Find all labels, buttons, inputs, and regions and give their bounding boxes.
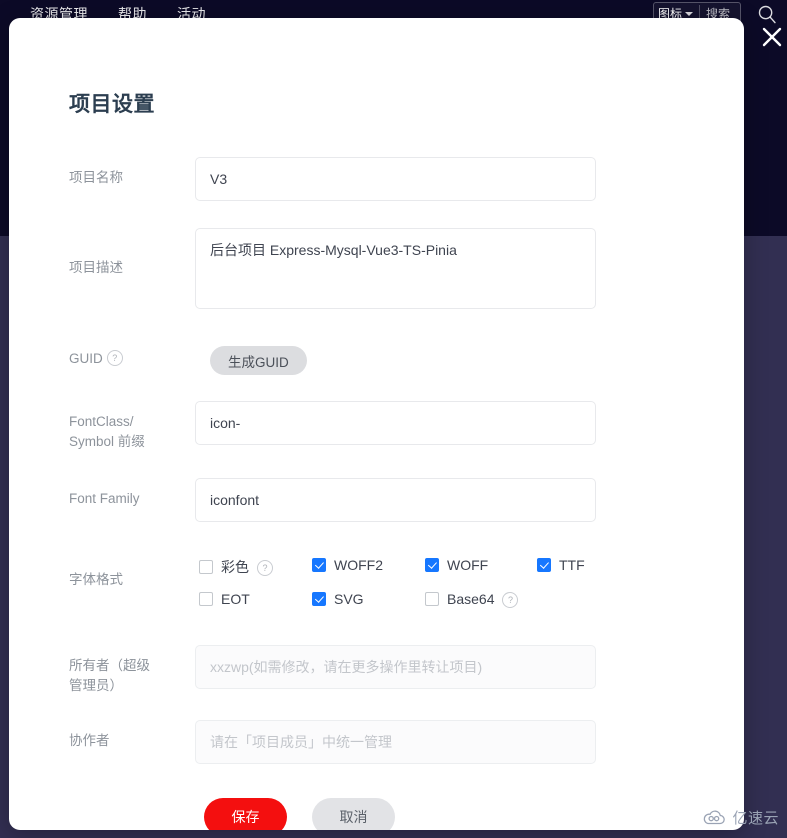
generate-guid-button[interactable]: 生成GUID	[210, 346, 307, 375]
checkbox-label-svg: SVG	[334, 591, 364, 607]
help-icon-color[interactable]: ?	[257, 560, 273, 576]
help-icon-base64[interactable]: ?	[502, 592, 519, 608]
label-guid: GUID ?	[69, 338, 195, 368]
checkbox-eot[interactable]: EOT	[199, 591, 250, 607]
checkbox-box-svg[interactable]	[312, 592, 326, 606]
checkbox-box-woff[interactable]	[425, 558, 439, 572]
checkbox-box-color[interactable]	[199, 560, 213, 574]
checkbox-label-ttf: TTF	[559, 557, 585, 573]
form-row-project-description: 项目描述 后台项目 Express-Mysql-Vue3-TS-Pinia	[69, 228, 596, 309]
form-row-owner: 所有者（超级 管理员） xxzwp(如需修改，请在更多操作里转让项目)	[69, 645, 596, 696]
chevron-down-icon	[684, 11, 693, 16]
checkbox-label-color: 彩色	[221, 559, 249, 575]
app-left-strip	[0, 236, 9, 838]
fontclass-prefix-input[interactable]: icon-	[195, 401, 596, 445]
checkbox-label-eot: EOT	[221, 591, 250, 607]
label-fontclass-prefix-line1: FontClass/	[69, 414, 134, 429]
form-row-font-format: 字体格式 彩色 ? WOFF2 WOFF TTF EOT SVG Base64 …	[69, 548, 615, 610]
dialog-title: 项目设置	[69, 93, 155, 117]
checkbox-woff[interactable]: WOFF	[425, 557, 488, 573]
label-fontclass-prefix: FontClass/ Symbol 前缀	[69, 401, 195, 452]
form-row-collaborator: 协作者 请在「项目成员」中统一管理	[69, 720, 596, 764]
checkbox-label-woff: WOFF	[447, 557, 489, 573]
project-settings-dialog: 项目设置 项目名称 V3 项目描述 后台项目 Express-Mysql-Vue…	[9, 18, 744, 830]
close-dialog-button[interactable]	[757, 22, 787, 52]
help-icon-guid[interactable]: ?	[106, 350, 123, 366]
checkbox-svg[interactable]: SVG	[312, 591, 364, 607]
label-owner: 所有者（超级 管理员）	[69, 645, 195, 696]
checkbox-box-woff2[interactable]	[312, 558, 326, 572]
watermark: 亿速云	[701, 807, 779, 828]
form-row-fontclass-prefix: FontClass/ Symbol 前缀 icon-	[69, 401, 596, 452]
project-description-textarea[interactable]: 后台项目 Express-Mysql-Vue3-TS-Pinia	[195, 228, 596, 309]
checkbox-box-base64[interactable]	[425, 592, 439, 606]
label-font-format: 字体格式	[69, 572, 123, 587]
label-fontclass-prefix-line2: Symbol 前缀	[69, 434, 145, 449]
checkbox-base64[interactable]: Base64 ?	[425, 591, 519, 608]
label-project-description: 项目描述	[69, 260, 123, 275]
watermark-text: 亿速云	[732, 810, 779, 827]
checkbox-label-woff2: WOFF2	[334, 557, 383, 573]
label-owner-line2: 管理员）	[69, 678, 123, 693]
checkbox-box-eot[interactable]	[199, 592, 213, 606]
app-bottom-strip	[0, 830, 787, 838]
checkbox-color[interactable]: 彩色 ?	[199, 557, 273, 577]
checkbox-box-ttf[interactable]	[537, 558, 551, 572]
form-row-font-family: Font Family iconfont	[69, 478, 596, 522]
save-button[interactable]: 保存	[204, 798, 287, 830]
label-collaborator: 协作者	[69, 733, 110, 748]
checkbox-label-base64: Base64	[447, 591, 495, 607]
dialog-actions: 保存 取消	[204, 798, 395, 830]
label-owner-line1: 所有者（超级	[69, 658, 150, 673]
label-font-family: Font Family	[69, 491, 140, 506]
form-row-project-name: 项目名称 V3	[69, 157, 596, 201]
project-name-input[interactable]: V3	[195, 157, 596, 201]
checkbox-woff2[interactable]: WOFF2	[312, 557, 383, 573]
cloud-logo-icon	[704, 810, 726, 824]
label-project-name: 项目名称	[69, 170, 123, 185]
font-format-checkbox-group: 彩色 ? WOFF2 WOFF TTF EOT SVG Base64 ?	[195, 548, 615, 610]
form-row-guid: GUID ? 生成GUID	[69, 338, 307, 375]
collaborator-input: 请在「项目成员」中统一管理	[195, 720, 596, 764]
owner-input: xxzwp(如需修改，请在更多操作里转让项目)	[195, 645, 596, 689]
font-family-input[interactable]: iconfont	[195, 478, 596, 522]
cancel-button[interactable]: 取消	[312, 798, 395, 830]
checkbox-ttf[interactable]: TTF	[537, 557, 585, 573]
label-guid-text: GUID	[69, 351, 103, 366]
